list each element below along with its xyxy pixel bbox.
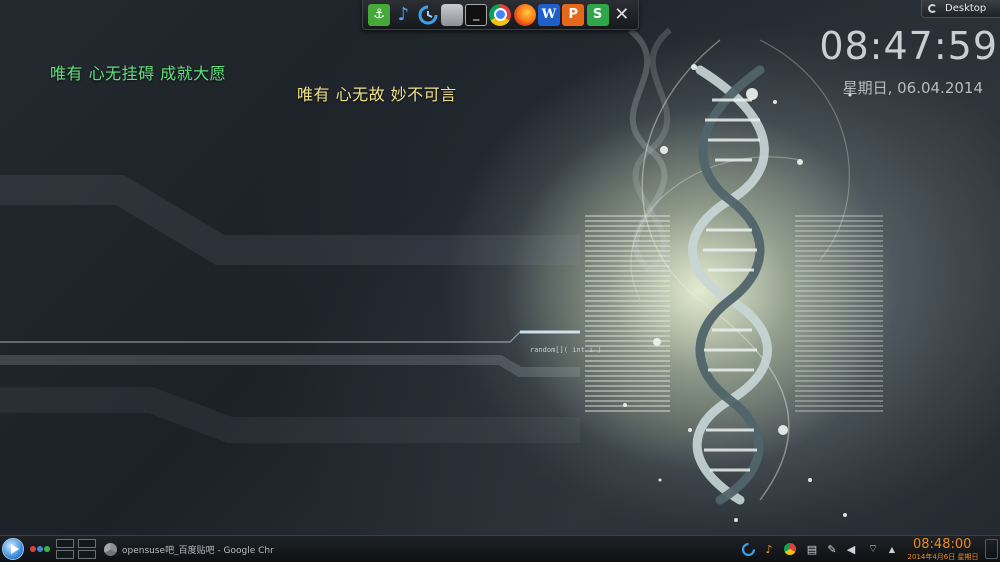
pager-desktop-1[interactable] <box>56 539 74 548</box>
network-icon[interactable]: ⌔ <box>866 542 880 556</box>
tray-clock-date[interactable]: 2014年4月6日 星期日 <box>906 552 980 562</box>
wallpaper-text-block <box>585 215 670 415</box>
kde-update-icon[interactable] <box>741 542 755 556</box>
pager-desktop-3[interactable] <box>56 550 74 559</box>
taskbar-item-label: opensuse吧_百度贴吧 - Google Chrome <box>122 545 274 556</box>
activity-dot-blue[interactable] <box>37 546 43 552</box>
cashew-icon <box>928 4 937 13</box>
chrome-icon[interactable] <box>489 3 512 26</box>
kde-logo-icon[interactable] <box>417 4 439 26</box>
music-icon[interactable]: ♪ <box>392 4 414 26</box>
chrome-tray-icon[interactable] <box>783 542 797 556</box>
clock-date: 星期日, 06.04.2014 <box>842 79 983 97</box>
chrome-icon <box>104 542 117 556</box>
tray-clock-time[interactable]: 08:48:00 <box>913 537 971 552</box>
volume-icon[interactable]: ◀ <box>844 542 858 556</box>
wallpaper-caption: random[]( int i ) <box>530 346 602 354</box>
wps-spreadsheet-icon[interactable]: S <box>586 3 609 26</box>
wps-presentation-icon[interactable]: P <box>562 3 585 26</box>
top-dock: ⚓ ♪ _ W P S ✕ <box>362 0 639 30</box>
tools-icon[interactable]: ✕ <box>611 4 633 26</box>
taskbar-item-chrome[interactable]: opensuse吧_百度贴吧 - Google Chrome <box>104 539 274 559</box>
show-desktop-button[interactable] <box>985 539 998 559</box>
pager-desktop-2[interactable] <box>78 539 96 548</box>
activity-dot-green[interactable] <box>44 546 50 552</box>
desktop-toolbox-button[interactable]: Desktop <box>921 0 1000 18</box>
pen-icon[interactable]: ✎ <box>825 542 839 556</box>
quote-line-2: 唯有 心无故 妙不可言 <box>297 85 457 104</box>
application-launcher-button[interactable] <box>2 538 24 560</box>
wps-writer-icon[interactable]: W <box>537 3 560 26</box>
disk-icon[interactable] <box>440 3 463 26</box>
clock-time: 08:47:59 <box>819 24 998 68</box>
taskbar: opensuse吧_百度贴吧 - Google Chrome ♪ ▤ ✎ ◀ ⌔… <box>0 535 1000 562</box>
anchor-icon[interactable]: ⚓ <box>368 3 391 26</box>
terminal-icon[interactable]: _ <box>465 3 488 26</box>
quote-line-1: 唯有 心无挂碍 成就大愿 <box>50 64 227 83</box>
tray-expand-icon[interactable]: ▲ <box>885 542 899 556</box>
activity-dot-red[interactable] <box>30 546 36 552</box>
music-tray-icon[interactable]: ♪ <box>762 542 776 556</box>
pager-desktop-4[interactable] <box>78 550 96 559</box>
firefox-icon[interactable] <box>513 3 536 26</box>
wallpaper-text-block <box>795 215 883 415</box>
desktop-toolbox-label: Desktop <box>945 3 987 14</box>
clipboard-icon[interactable]: ▤ <box>805 542 819 556</box>
